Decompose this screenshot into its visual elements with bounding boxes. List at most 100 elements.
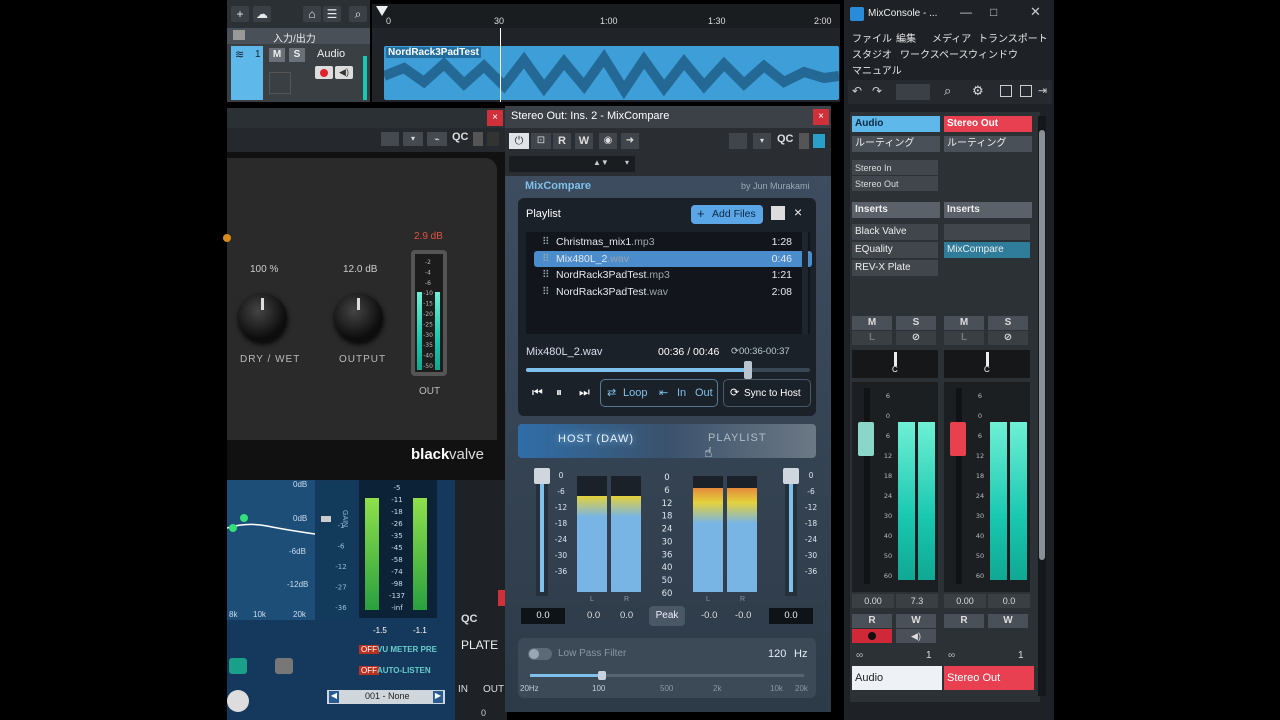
folder-row[interactable]: 入力/出力: [227, 28, 370, 45]
volume-readout[interactable]: 0.00: [852, 594, 894, 608]
menu-workspace[interactable]: ワークスペース: [900, 46, 969, 61]
color-swatch[interactable]: [813, 134, 825, 148]
monitor-button[interactable]: ◀): [335, 66, 353, 79]
preset-up-down-icon[interactable]: ▲▼: [593, 158, 609, 167]
home-icon[interactable]: ⌂: [303, 6, 321, 22]
vu-pre-toggle[interactable]: OFF: [359, 645, 379, 654]
read-automation-button[interactable]: R: [852, 614, 892, 628]
playlist-switch-label[interactable]: PLAYLIST: [708, 432, 767, 444]
listen-button[interactable]: L: [852, 331, 892, 345]
pan-control[interactable]: C: [944, 350, 1030, 378]
preset-field[interactable]: ▲▼ ▾: [509, 156, 635, 172]
host-playlist-switch[interactable]: HOST (DAW) PLAYLIST: [518, 424, 816, 458]
volume-fader-handle[interactable]: [950, 422, 966, 456]
snapshot-dropdown[interactable]: [896, 84, 930, 100]
bypass-button[interactable]: [229, 658, 247, 674]
write-automation-button[interactable]: W: [896, 614, 936, 628]
seek-bar[interactable]: [526, 361, 810, 379]
camera-icon[interactable]: [729, 133, 747, 149]
monitor-button[interactable]: ◀): [896, 629, 936, 643]
lpf-toggle[interactable]: [528, 648, 552, 660]
left-fader-value[interactable]: 0.0: [521, 608, 565, 624]
sync-to-host-button[interactable]: ⟳ Sync to Host: [723, 379, 811, 407]
volume-fader[interactable]: [858, 388, 874, 584]
color-swatch[interactable]: [487, 132, 499, 146]
quick-controls-button[interactable]: QC: [461, 613, 478, 625]
channel-name-footer[interactable]: Stereo Out: [944, 666, 1034, 690]
right-fader-handle[interactable]: [783, 468, 799, 484]
host-label[interactable]: HOST (DAW): [558, 433, 634, 445]
reset-button[interactable]: [275, 658, 293, 674]
previous-track-icon[interactable]: ⏮: [532, 385, 543, 400]
sidechain-icon[interactable]: ⌁: [427, 132, 447, 146]
phase-icon[interactable]: ⊘: [988, 331, 1028, 345]
write-automation-button[interactable]: W: [575, 133, 593, 149]
vertical-scrollbar[interactable]: [1038, 116, 1046, 696]
close-icon[interactable]: ✕: [1030, 4, 1041, 20]
track-solo-button[interactable]: S: [289, 48, 305, 62]
menu-studio[interactable]: スタジオ: [852, 46, 892, 61]
loop-out-button[interactable]: Out: [695, 387, 713, 399]
channel-name-footer[interactable]: Audio: [852, 666, 942, 690]
lock-icon[interactable]: [799, 133, 809, 149]
autolisten-toggle[interactable]: OFF: [359, 666, 379, 675]
loop-toggle[interactable]: Loop: [623, 387, 647, 399]
quick-controls-button[interactable]: QC: [777, 133, 794, 145]
list-icon[interactable]: ☰: [323, 6, 341, 22]
add-folder-icon[interactable]: ☁: [253, 6, 271, 22]
camera-icon[interactable]: [381, 132, 399, 146]
record-enable-button[interactable]: [315, 66, 333, 79]
insert-slot[interactable]: REV-X Plate: [852, 260, 938, 276]
bypass-icon[interactable]: ⊡: [531, 133, 551, 149]
solo-button[interactable]: S: [988, 316, 1028, 330]
volume-readout[interactable]: 0.00: [944, 594, 986, 608]
routing-button[interactable]: ルーティング: [944, 136, 1032, 152]
sidechain-icon[interactable]: ◉: [599, 133, 617, 149]
channel-name-header[interactable]: Audio: [852, 116, 940, 132]
track-color-strip[interactable]: ≋ 1: [231, 46, 263, 100]
power-icon[interactable]: ⏻: [509, 133, 529, 149]
insert-slot[interactable]: MixCompare: [944, 242, 1030, 258]
menu-window[interactable]: ウィンドウ: [968, 46, 1018, 61]
peak-button[interactable]: Peak: [649, 606, 685, 626]
playlist-item[interactable]: ⠿NordRack3PadTest.mp31:21×: [534, 267, 812, 283]
track-edit-button[interactable]: [269, 72, 291, 94]
close-icon[interactable]: ×: [487, 110, 503, 126]
exit-icon[interactable]: ⇥: [1038, 84, 1047, 97]
menu-transport[interactable]: トランスポート: [978, 30, 1048, 45]
close-icon[interactable]: ×: [813, 109, 829, 125]
right-zone-icon[interactable]: [1020, 85, 1032, 97]
meter-peak-readout[interactable]: 7.3: [896, 594, 938, 608]
track-name[interactable]: Audio: [317, 48, 345, 60]
drag-handle-icon[interactable]: ⠿: [542, 234, 550, 250]
close-playlist-icon[interactable]: ×: [794, 204, 802, 220]
preset-dropdown[interactable]: ▾: [403, 132, 423, 146]
insert-slot[interactable]: EQuality: [852, 242, 938, 258]
prev-preset-icon[interactable]: ◀: [329, 691, 339, 703]
preset-dropdown[interactable]: ▾: [753, 133, 771, 149]
link-icon[interactable]: ∞: [856, 650, 863, 661]
playlist-item[interactable]: ⠿Christmas_mix1.mp31:28×: [534, 234, 812, 250]
add-files-button[interactable]: + Add Files: [691, 205, 763, 224]
maximize-icon[interactable]: □: [990, 5, 997, 19]
preset-selector[interactable]: ◀ 001 - None ▶: [327, 690, 445, 704]
next-preset-icon[interactable]: ▶: [433, 691, 443, 703]
record-enable-button[interactable]: [852, 629, 892, 643]
listen-button[interactable]: L: [944, 331, 984, 345]
playlist-item[interactable]: ⠿NordRack3PadTest.wav2:08×: [534, 284, 812, 300]
mute-button[interactable]: M: [944, 316, 984, 330]
seek-handle[interactable]: [743, 361, 752, 379]
routing-icon[interactable]: ➜: [621, 133, 639, 149]
playhead-marker-icon[interactable]: [376, 6, 388, 16]
set-in-icon[interactable]: ⇤: [659, 386, 668, 399]
menu-manual[interactable]: マニュアル: [852, 62, 902, 77]
routing-button[interactable]: ルーティング: [852, 136, 940, 152]
lpf-slider[interactable]: [530, 671, 804, 680]
inserts-header[interactable]: Inserts: [852, 202, 940, 218]
gain-slider[interactable]: GAIN -1 -6 -12 -27 -36: [317, 482, 353, 618]
lock-icon[interactable]: [473, 132, 483, 146]
gear-icon[interactable]: ⚙: [972, 83, 984, 99]
solo-button[interactable]: S: [896, 316, 936, 330]
insert-slot[interactable]: [944, 224, 1030, 240]
read-automation-button[interactable]: R: [944, 614, 984, 628]
